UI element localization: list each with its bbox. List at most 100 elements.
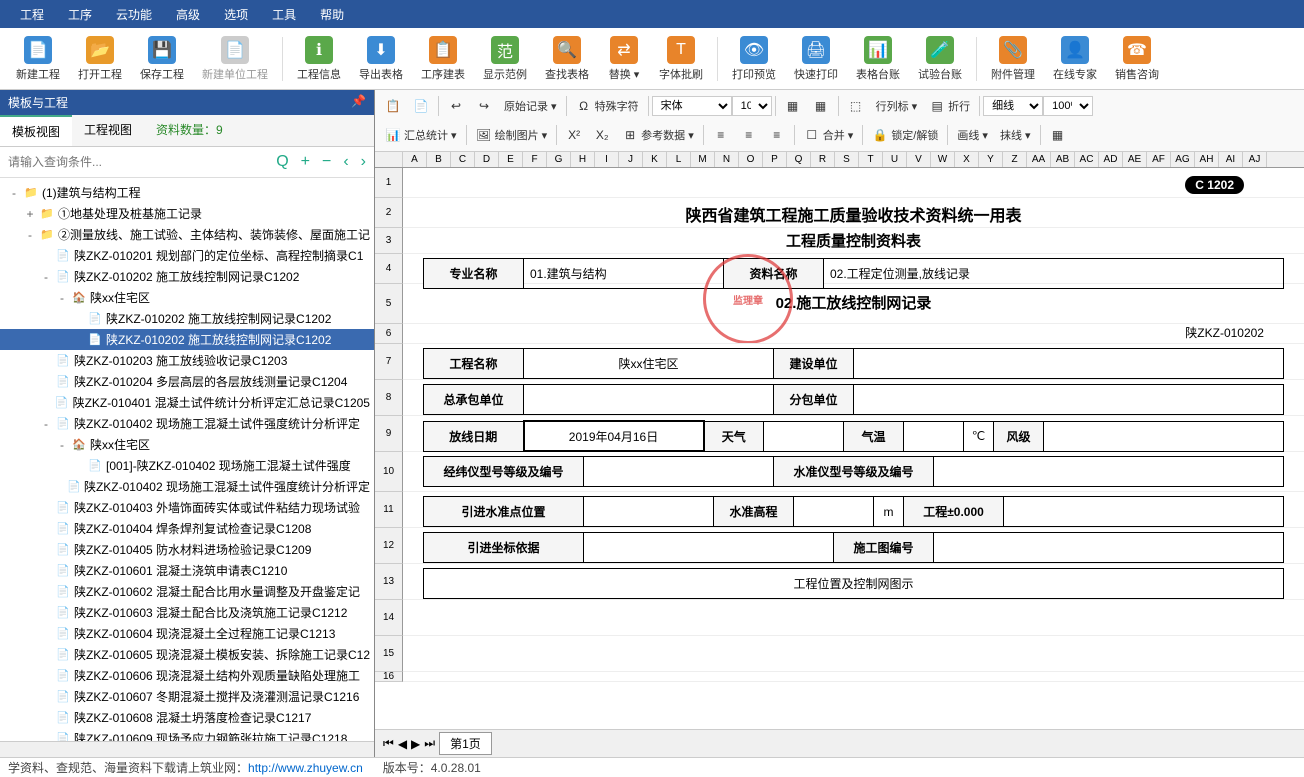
tree-node[interactable]: 📄 陕ZKZ-010402 现场施工混凝土试件强度统计分析评定 bbox=[0, 476, 374, 497]
tree-node[interactable]: 📄 陕ZKZ-010602 混凝土配合比用水量调整及开盘鉴定记 bbox=[0, 581, 374, 602]
tree-node[interactable]: 📄 陕ZKZ-010204 多层高层的各层放线测量记录C1204 bbox=[0, 371, 374, 392]
ebtn[interactable]: X² bbox=[560, 123, 588, 147]
col-L[interactable]: L bbox=[667, 152, 691, 167]
row-7[interactable]: 7 bbox=[375, 344, 403, 380]
row-5[interactable]: 5 bbox=[375, 284, 403, 324]
ebtn[interactable]: ▤折行 bbox=[923, 94, 976, 118]
row-12[interactable]: 12 bbox=[375, 528, 403, 564]
select-宋体[interactable]: 宋体 bbox=[652, 96, 732, 116]
sidebar-scroll-h[interactable] bbox=[0, 741, 374, 757]
col-AA[interactable]: AA bbox=[1027, 152, 1051, 167]
toggle-icon[interactable]: + bbox=[24, 207, 36, 221]
ebtn[interactable]: ▦ bbox=[779, 94, 807, 118]
ebtn[interactable]: ☐合并 ▾ bbox=[798, 123, 860, 147]
doc-row10[interactable]: 经纬仪型号等级及编号 水准仪型号等级及编号 bbox=[423, 456, 1284, 487]
ebtn[interactable]: ⬚ bbox=[842, 94, 870, 118]
col-B[interactable]: B bbox=[427, 152, 451, 167]
tab-last-icon[interactable]: ⏭ bbox=[424, 736, 435, 751]
col-M[interactable]: M bbox=[691, 152, 715, 167]
menu-帮助[interactable]: 帮助 bbox=[308, 6, 356, 23]
ebtn[interactable]: ≡ bbox=[735, 123, 763, 147]
col-Y[interactable]: Y bbox=[979, 152, 1003, 167]
doc-row13[interactable]: 工程位置及控制网图示 bbox=[423, 568, 1284, 599]
ebtn[interactable]: 画线 ▾ bbox=[951, 123, 994, 147]
tree-node[interactable]: 📄 陕ZKZ-010605 现浇混凝土模板安装、拆除施工记录C12 bbox=[0, 644, 374, 665]
ebtn[interactable]: 📄 bbox=[407, 94, 435, 118]
col-E[interactable]: E bbox=[499, 152, 523, 167]
col-Z[interactable]: Z bbox=[1003, 152, 1027, 167]
col-AE[interactable]: AE bbox=[1123, 152, 1147, 167]
tree-node[interactable]: - 🏠 陕xx住宅区 bbox=[0, 287, 374, 308]
tree-node[interactable]: - 📁 (1)建筑与结构工程 bbox=[0, 182, 374, 203]
tree-node[interactable]: - 📄 陕ZKZ-010402 现场施工混凝土试件强度统计分析评定 bbox=[0, 413, 374, 434]
doc-row11[interactable]: 引进水准点位置 水准高程 m工程±0.000 bbox=[423, 496, 1284, 527]
col-N[interactable]: N bbox=[715, 152, 739, 167]
tb-销售咨询[interactable]: ☎销售咨询 bbox=[1107, 34, 1167, 84]
col-I[interactable]: I bbox=[595, 152, 619, 167]
sheet-area[interactable]: ABCDEFGHIJKLMNOPQRSTUVWXYZAAABACADAEAFAG… bbox=[375, 152, 1304, 729]
tb-工程信息[interactable]: ℹ工程信息 bbox=[289, 34, 349, 84]
row-6[interactable]: 6 bbox=[375, 324, 403, 344]
col-T[interactable]: T bbox=[859, 152, 883, 167]
col-K[interactable]: K bbox=[643, 152, 667, 167]
tb-替换[interactable]: ⇄替换 ▾ bbox=[599, 34, 649, 84]
col-AH[interactable]: AH bbox=[1195, 152, 1219, 167]
nav-right-icon[interactable]: › bbox=[357, 153, 370, 171]
ebtn[interactable]: X₂ bbox=[588, 123, 616, 147]
toggle-icon[interactable]: - bbox=[40, 417, 52, 431]
tb-字体批刷[interactable]: T字体批刷 bbox=[651, 34, 711, 84]
tree-node[interactable]: 📄 陕ZKZ-010601 混凝土浇筑申请表C1210 bbox=[0, 560, 374, 581]
tree-node[interactable]: + 📁 ①地基处理及桩基施工记录 bbox=[0, 203, 374, 224]
tree-node[interactable]: - 🏠 陕xx住宅区 bbox=[0, 434, 374, 455]
tb-新建单位工程[interactable]: 📄新建单位工程 bbox=[194, 34, 276, 84]
tab-next-icon[interactable]: ▶ bbox=[411, 737, 420, 751]
row-11[interactable]: 11 bbox=[375, 492, 403, 528]
tb-工序建表[interactable]: 📋工序建表 bbox=[413, 34, 473, 84]
tb-打开工程[interactable]: 📂打开工程 bbox=[70, 34, 130, 84]
col-V[interactable]: V bbox=[907, 152, 931, 167]
col-J[interactable]: J bbox=[619, 152, 643, 167]
ebtn[interactable]: 抹线 ▾ bbox=[994, 123, 1037, 147]
search-input[interactable] bbox=[4, 151, 268, 173]
tb-快速打印[interactable]: 🖨快速打印 bbox=[786, 34, 846, 84]
tb-导出表格[interactable]: ⬇导出表格 bbox=[351, 34, 411, 84]
select-10[interactable]: 10 bbox=[732, 96, 772, 116]
menu-选项[interactable]: 选项 bbox=[212, 6, 260, 23]
tb-显示范例[interactable]: 范显示范例 bbox=[475, 34, 535, 84]
sheet-tab-page1[interactable]: 第1页 bbox=[439, 732, 492, 755]
col-AD[interactable]: AD bbox=[1099, 152, 1123, 167]
toggle-icon[interactable]: - bbox=[56, 438, 68, 452]
doc-row12[interactable]: 引进坐标依据 施工图编号 bbox=[423, 532, 1284, 563]
row-14[interactable]: 14 bbox=[375, 600, 403, 636]
menu-高级[interactable]: 高级 bbox=[164, 6, 212, 23]
tree-node[interactable]: - 📄 陕ZKZ-010202 施工放线控制网记录C1202 bbox=[0, 266, 374, 287]
ebtn[interactable]: 🖼绘制图片 ▾ bbox=[470, 123, 554, 147]
toggle-icon[interactable]: - bbox=[40, 270, 52, 284]
tree-node[interactable]: 📄 [001]-陕ZKZ-010402 现场施工混凝土试件强度 bbox=[0, 455, 374, 476]
col-AI[interactable]: AI bbox=[1219, 152, 1243, 167]
tb-试验台账[interactable]: 🧪试验台账 bbox=[910, 34, 970, 84]
row-13[interactable]: 13 bbox=[375, 564, 403, 600]
tree-node[interactable]: 📄 陕ZKZ-010606 现浇混凝土结构外观质量缺陷处理施工 bbox=[0, 665, 374, 686]
col-U[interactable]: U bbox=[883, 152, 907, 167]
row-16[interactable]: 16 bbox=[375, 672, 403, 682]
row-1[interactable]: 1 bbox=[375, 168, 403, 198]
tb-打印预览[interactable]: 👁打印预览 bbox=[724, 34, 784, 84]
ebtn[interactable]: 📊汇总统计 ▾ bbox=[379, 123, 463, 147]
tree-node[interactable]: 📄 陕ZKZ-010609 现场予应力钢筋张拉施工记录C1218 bbox=[0, 728, 374, 741]
search-icon[interactable]: Q bbox=[272, 153, 292, 171]
toggle-icon[interactable]: - bbox=[56, 291, 68, 305]
col-AJ[interactable]: AJ bbox=[1243, 152, 1267, 167]
tree-node[interactable]: 📄 陕ZKZ-010403 外墙饰面砖实体或试件粘结力现场试验 bbox=[0, 497, 374, 518]
tab-template-view[interactable]: 模板视图 bbox=[0, 115, 72, 146]
row-8[interactable]: 8 bbox=[375, 380, 403, 416]
ebtn[interactable]: Ω特殊字符 bbox=[570, 94, 645, 118]
row-10[interactable]: 10 bbox=[375, 452, 403, 492]
ebtn[interactable]: ⊞参考数据 ▾ bbox=[616, 123, 700, 147]
ebtn[interactable]: 原始记录 ▾ bbox=[498, 94, 563, 118]
tree-node[interactable]: 📄 陕ZKZ-010401 混凝土试件统计分析评定汇总记录C1205 bbox=[0, 392, 374, 413]
tb-在线专家[interactable]: 👤在线专家 bbox=[1045, 34, 1105, 84]
remove-icon[interactable]: − bbox=[318, 153, 335, 171]
col-X[interactable]: X bbox=[955, 152, 979, 167]
row-4[interactable]: 4 bbox=[375, 254, 403, 284]
